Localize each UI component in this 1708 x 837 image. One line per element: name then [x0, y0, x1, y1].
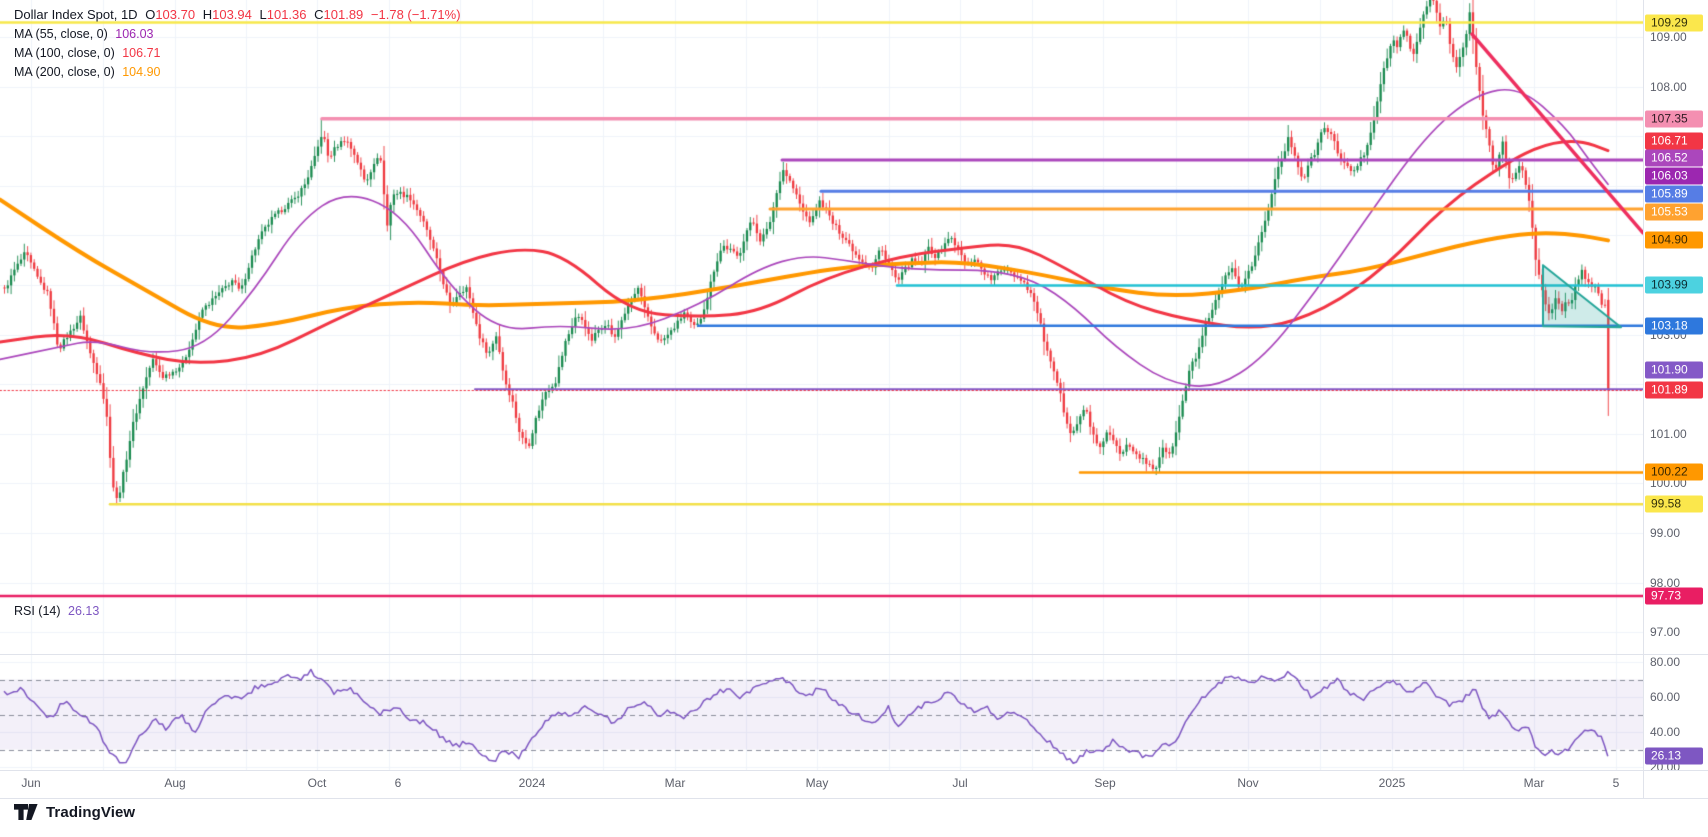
- price-axis-tick: 99.00: [1650, 526, 1708, 540]
- price-level-label-100.22: 100.22: [1645, 464, 1703, 481]
- price-axis-tick: 101.00: [1650, 427, 1708, 441]
- tradingview-logo-text[interactable]: TradingView: [46, 804, 135, 821]
- ma100-value: 106.71: [122, 46, 160, 60]
- symbol-legend-row[interactable]: Dollar Index Spot, 1D O103.70 H103.94 L1…: [14, 6, 461, 24]
- ohlc-high: H103.94: [203, 7, 252, 22]
- price-level-label-103.18: 103.18: [1645, 317, 1703, 334]
- change-value: −1.78 (−1.71%): [371, 7, 461, 22]
- time-axis-label-Sep: Sep: [1094, 776, 1115, 790]
- ma100-label: MA (100, close, 0): [14, 46, 115, 60]
- rsi-axis-tick: 40.00: [1650, 725, 1708, 739]
- time-axis-label-May: May: [806, 776, 829, 790]
- symbol-title: Dollar Index Spot, 1D: [14, 7, 138, 22]
- rsi-axis-tick: 80.00: [1650, 655, 1708, 669]
- ma200-label: MA (200, close, 0): [14, 65, 115, 79]
- ma55-value: 106.03: [115, 27, 153, 41]
- price-level-label-103.99: 103.99: [1645, 277, 1703, 294]
- price-level-label-101.90: 101.90: [1645, 362, 1703, 379]
- price-axis-border: [1643, 0, 1644, 798]
- price-level-label-99.58: 99.58: [1645, 496, 1703, 513]
- widget-bottom-border: [0, 798, 1708, 799]
- price-level-label-109.29: 109.29: [1645, 14, 1703, 31]
- price-level-label-105.89: 105.89: [1645, 186, 1703, 203]
- time-axis-label-2024: 2024: [519, 776, 546, 790]
- price-axis-tick: 109.00: [1650, 30, 1708, 44]
- ohlc-low: L101.36: [260, 7, 307, 22]
- time-axis-label-Mar: Mar: [665, 776, 686, 790]
- price-level-label-104.90: 104.90: [1645, 232, 1703, 249]
- ma55-label: MA (55, close, 0): [14, 27, 108, 41]
- time-axis-label-Jul: Jul: [952, 776, 967, 790]
- ma55-legend-row[interactable]: MA (55, close, 0) 106.03: [14, 25, 461, 43]
- time-axis-label-2025: 2025: [1379, 776, 1406, 790]
- price-level-label-106.52: 106.52: [1645, 150, 1703, 167]
- price-level-label-97.73: 97.73: [1645, 587, 1703, 604]
- price-level-label-106.03: 106.03: [1645, 168, 1703, 185]
- ma200-legend-row[interactable]: MA (200, close, 0) 104.90: [14, 63, 461, 81]
- ohlc-open: O103.70: [145, 7, 195, 22]
- pane-separator[interactable]: [0, 654, 1708, 655]
- tradingview-logo-icon[interactable]: [13, 803, 39, 821]
- price-level-label-105.53: 105.53: [1645, 204, 1703, 221]
- price-level-label-107.35: 107.35: [1645, 110, 1703, 127]
- time-axis-label-Jun: Jun: [21, 776, 40, 790]
- tradingview-chart-widget: { "colors":{"background":"#ffffff","grid…: [0, 0, 1708, 837]
- chart-legend: Dollar Index Spot, 1D O103.70 H103.94 L1…: [14, 6, 461, 82]
- ohlc-close: C101.89: [314, 7, 363, 22]
- time-axis-label-Aug: Aug: [164, 776, 185, 790]
- price-level-label-101.89: 101.89: [1645, 381, 1703, 398]
- ma200-value: 104.90: [122, 65, 160, 79]
- rsi-label: RSI (14): [14, 604, 61, 618]
- price-axis-tick: 108.00: [1650, 80, 1708, 94]
- price-level-label-106.71: 106.71: [1645, 132, 1703, 149]
- time-axis-label-Nov: Nov: [1237, 776, 1258, 790]
- time-axis-label-Mar: Mar: [1524, 776, 1545, 790]
- rsi-value-label: 26.13: [1645, 748, 1703, 765]
- ma100-legend-row[interactable]: MA (100, close, 0) 106.71: [14, 44, 461, 62]
- time-axis-label-5: 5: [1613, 776, 1620, 790]
- price-axis-tick: 97.00: [1650, 625, 1708, 639]
- time-axis-label-6: 6: [395, 776, 402, 790]
- footer: TradingView: [13, 803, 135, 821]
- axis-separator: [0, 770, 1708, 771]
- rsi-value: 26.13: [68, 604, 99, 618]
- time-axis-label-Oct: Oct: [308, 776, 327, 790]
- rsi-legend[interactable]: RSI (14) 26.13: [14, 604, 99, 618]
- rsi-axis-tick: 60.00: [1650, 690, 1708, 704]
